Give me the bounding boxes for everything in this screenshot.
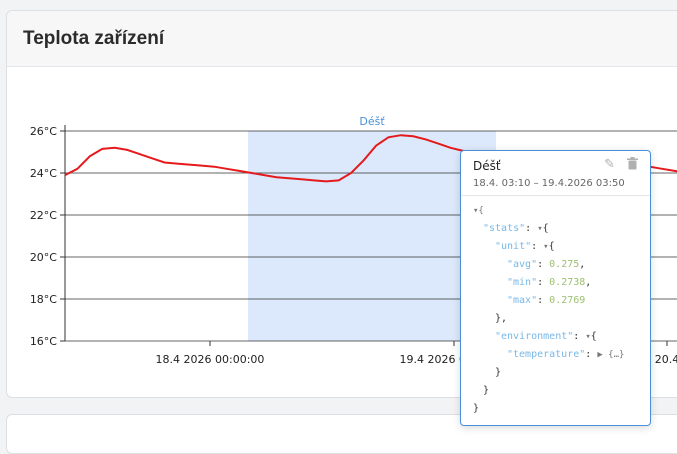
- tree-close-environment: }: [495, 367, 502, 378]
- y-tick-label: 22°C: [30, 209, 57, 222]
- card-title: Teplota zařízení: [23, 27, 165, 49]
- pencil-icon[interactable]: ✎: [604, 157, 615, 173]
- x-tick-label: 20.4: [655, 353, 677, 366]
- tree-leaf-avg: "avg": 0.275,: [507, 259, 586, 270]
- x-tick-label: 18.4 2026 00:00:00: [156, 353, 265, 366]
- tree-node-stats[interactable]: "stats": ▾{: [473, 220, 650, 238]
- annotation-label: Déšť: [359, 115, 385, 128]
- y-tick-label: 26°C: [30, 125, 57, 138]
- annotation-popup[interactable]: Déšť 18.4. 03:10 – 19.4.2026 03:50 ✎ ▾{ …: [460, 150, 651, 426]
- tree-node-temperature[interactable]: "temperature": ▶ {…}: [473, 346, 650, 364]
- annotation-band[interactable]: [248, 131, 496, 341]
- tree-node-environment[interactable]: "environment": ▾{: [473, 328, 650, 346]
- tree-close-unit: },: [495, 313, 508, 324]
- tree-close-root: }: [473, 403, 480, 414]
- tree-close-stats: }: [483, 385, 490, 396]
- y-tick-label: 16°C: [30, 335, 57, 348]
- trash-icon[interactable]: [627, 157, 638, 173]
- tree-leaf-min: "min": 0.2738,: [507, 277, 592, 288]
- json-tree[interactable]: ▾{ "stats": ▾{ "unit": ▾{ "avg": 0.275, …: [461, 196, 650, 418]
- y-tick-label: 24°C: [30, 167, 57, 180]
- y-tick-label: 18°C: [30, 293, 57, 306]
- popup-range: 18.4. 03:10 – 19.4.2026 03:50: [473, 178, 625, 189]
- card-header: Teplota zařízení: [7, 11, 677, 67]
- tree-node-unit[interactable]: "unit": ▾{: [473, 238, 650, 256]
- tree-leaf-max: "max": 0.2769: [507, 295, 586, 306]
- y-tick-label: 20°C: [30, 251, 57, 264]
- popup-header: Déšť 18.4. 03:10 – 19.4.2026 03:50 ✎: [461, 151, 650, 196]
- tree-root[interactable]: ▾{: [473, 202, 650, 220]
